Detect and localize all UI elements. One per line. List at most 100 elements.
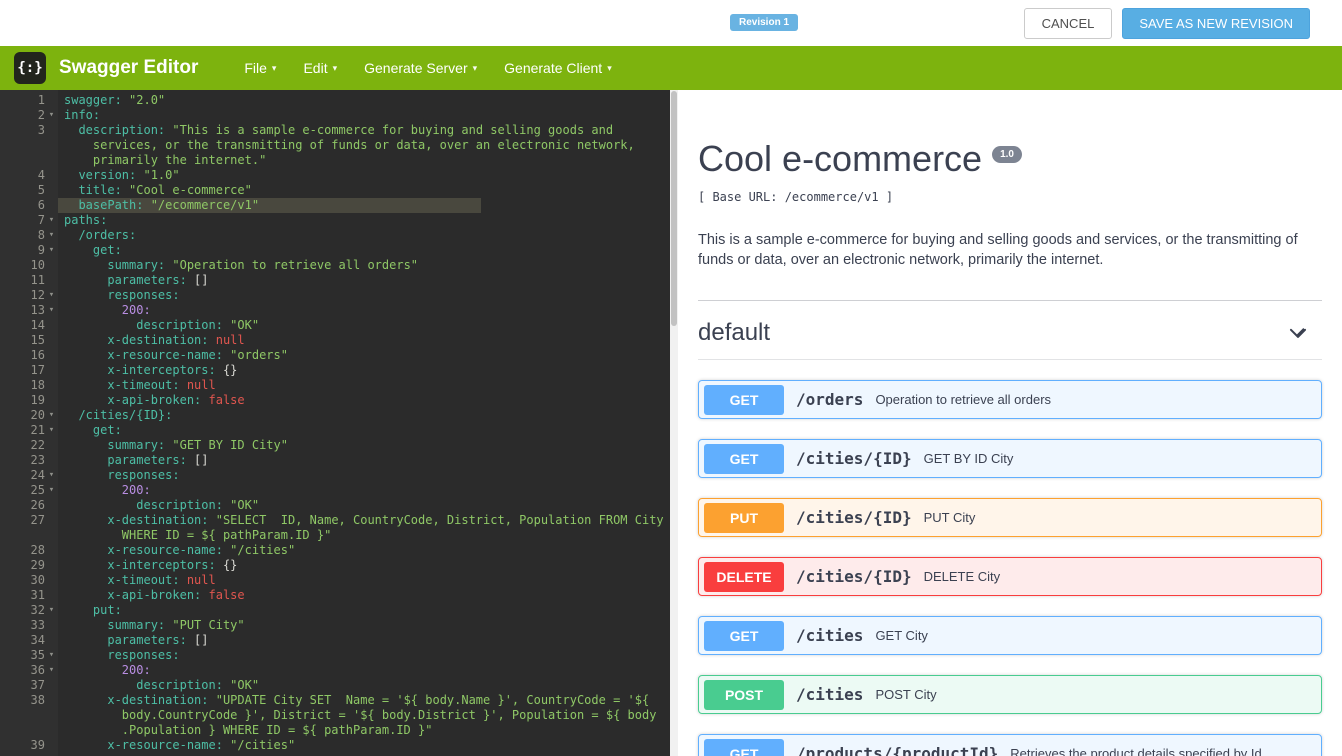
code-line[interactable]: 33 summary: "PUT City" xyxy=(0,618,678,633)
code-line[interactable]: 12 ▾ responses: xyxy=(0,288,678,303)
code-line[interactable]: 8 ▾ /orders: xyxy=(0,228,678,243)
fold-icon[interactable]: ▾ xyxy=(45,468,58,483)
code-line[interactable]: 26 description: "OK" xyxy=(0,498,678,513)
code-line[interactable]: 27 x-destination: "SELECT ID, Name, Coun… xyxy=(0,513,678,528)
code-text: body.CountryCode }', District = '${ body… xyxy=(58,708,678,723)
code-line[interactable]: 11 parameters: [] xyxy=(0,273,678,288)
code-line[interactable]: 6 basePath: "/ecommerce/v1" xyxy=(0,198,678,213)
fold-icon[interactable]: ▾ xyxy=(45,243,58,258)
opblock-get-cities-ID[interactable]: GET/cities/{ID} GET BY ID City xyxy=(698,439,1322,478)
opblock-put-cities-ID[interactable]: PUT/cities/{ID} PUT City xyxy=(698,498,1322,537)
yaml-editor-pane[interactable]: 1 swagger: "2.0" 2 ▾ info: 3 description: "Th… xyxy=(0,90,678,756)
menu-file[interactable]: File ▾ xyxy=(244,60,276,76)
code-line[interactable]: 32 ▾ put: xyxy=(0,603,678,618)
token-s: "Operation to retrieve all orders" xyxy=(165,258,419,272)
fold-icon[interactable]: ▾ xyxy=(45,288,58,303)
method-badge: GET xyxy=(704,384,784,415)
menu-generate-client[interactable]: Generate Client ▾ xyxy=(504,60,612,76)
menu-edit[interactable]: Edit ▾ xyxy=(303,60,337,76)
code-line[interactable]: 18 x-timeout: null xyxy=(0,378,678,393)
fold-icon[interactable]: ▾ xyxy=(45,213,58,228)
code-line[interactable]: 3 description: "This is a sample e-comme… xyxy=(0,123,678,138)
code-line[interactable]: 35 ▾ responses: xyxy=(0,648,678,663)
code-line[interactable]: 14 description: "OK" xyxy=(0,318,678,333)
menu-generate-server[interactable]: Generate Server ▾ xyxy=(364,60,477,76)
code-line[interactable]: 39 x-resource-name: "/cities" xyxy=(0,738,678,753)
code-text: responses: xyxy=(58,288,678,303)
code-line[interactable]: 10 summary: "Operation to retrieve all o… xyxy=(0,258,678,273)
code-line[interactable]: services, or the transmitting of funds o… xyxy=(0,138,678,153)
code-line[interactable]: 5 title: "Cool e-commerce" xyxy=(0,183,678,198)
fold-icon[interactable]: ▾ xyxy=(45,108,58,123)
fold-icon[interactable]: ▾ xyxy=(45,483,58,498)
code-line[interactable]: 7 ▾ paths: xyxy=(0,213,678,228)
opblock-get-orders[interactable]: GET/orders Operation to retrieve all orde… xyxy=(698,380,1322,419)
code-line[interactable]: body.CountryCode }', District = '${ body… xyxy=(0,708,678,723)
method-badge: PUT xyxy=(704,502,784,533)
opblock-post-cities[interactable]: POST/cities POST City xyxy=(698,675,1322,714)
code-line[interactable]: 31 x-api-broken: false xyxy=(0,588,678,603)
save-as-new-revision-button[interactable]: SAVE AS NEW REVISION xyxy=(1122,7,1310,39)
code-line[interactable]: 1 swagger: "2.0" xyxy=(0,93,678,108)
code-line[interactable]: 37 description: "OK" xyxy=(0,678,678,693)
line-gutter xyxy=(0,723,58,738)
code-line[interactable]: primarily the internet." xyxy=(0,153,678,168)
code-line[interactable]: WHERE ID = ${ pathParam.ID }" xyxy=(0,528,678,543)
code-line[interactable]: 17 x-interceptors: {} xyxy=(0,363,678,378)
code-text: 200: xyxy=(58,663,678,678)
line-gutter: 2 ▾ xyxy=(0,108,58,123)
code-line[interactable]: 30 x-timeout: null xyxy=(0,573,678,588)
code-line[interactable]: 15 x-destination: null xyxy=(0,333,678,348)
line-gutter: 6 xyxy=(0,198,58,213)
line-gutter: 17 xyxy=(0,363,58,378)
code-line[interactable]: 36 ▾ 200: xyxy=(0,663,678,678)
code-line[interactable]: 16 x-resource-name: "orders" xyxy=(0,348,678,363)
code-line[interactable]: 13 ▾ 200: xyxy=(0,303,678,318)
fold-icon[interactable]: ▾ xyxy=(45,648,58,663)
menu-label: Generate Server xyxy=(364,60,468,76)
tag-section-header[interactable]: default xyxy=(698,301,1322,360)
editor-scrollbar[interactable] xyxy=(670,90,678,756)
code-line[interactable]: 22 summary: "GET BY ID City" xyxy=(0,438,678,453)
code-line[interactable]: .Population } WHERE ID = ${ pathParam.ID… xyxy=(0,723,678,738)
code-line[interactable]: 9 ▾ get: xyxy=(0,243,678,258)
code-line[interactable]: 25 ▾ 200: xyxy=(0,483,678,498)
code-line[interactable]: 21 ▾ get: xyxy=(0,423,678,438)
line-gutter: 36 ▾ xyxy=(0,663,58,678)
token-s: "This is a sample e-commerce for buying … xyxy=(165,123,614,137)
opblock-delete-cities-ID[interactable]: DELETE/cities/{ID} DELETE City xyxy=(698,557,1322,596)
cancel-button[interactable]: CANCEL xyxy=(1023,7,1113,39)
opblock-get-products-productId[interactable]: GET/products/{productId} Retrieves the pr… xyxy=(698,734,1322,756)
code-line[interactable]: 19 x-api-broken: false xyxy=(0,393,678,408)
code-line[interactable]: 38 x-destination: "UPDATE City SET Name … xyxy=(0,693,678,708)
code-line[interactable]: 23 parameters: [] xyxy=(0,453,678,468)
operation-summary: PUT City xyxy=(923,510,976,525)
operations-list: GET/orders Operation to retrieve all orde… xyxy=(698,380,1322,756)
operation-path: /cities xyxy=(796,685,864,704)
chevron-down-icon[interactable] xyxy=(1288,323,1308,343)
fold-icon[interactable]: ▾ xyxy=(45,303,58,318)
fold-icon[interactable]: ▾ xyxy=(45,408,58,423)
line-number: 20 xyxy=(30,408,45,422)
scrollbar-thumb[interactable] xyxy=(671,91,677,326)
code-line[interactable]: 4 version: "1.0" xyxy=(0,168,678,183)
code-line[interactable]: 28 x-resource-name: "/cities" xyxy=(0,543,678,558)
code-line[interactable]: 2 ▾ info: xyxy=(0,108,678,123)
fold-icon[interactable]: ▾ xyxy=(45,663,58,678)
fold-icon[interactable]: ▾ xyxy=(45,228,58,243)
token-k: x-timeout: xyxy=(64,378,180,392)
code-line[interactable]: 34 parameters: [] xyxy=(0,633,678,648)
fold-icon[interactable]: ▾ xyxy=(45,423,58,438)
code-line[interactable]: 29 x-interceptors: {} xyxy=(0,558,678,573)
opblock-get-cities[interactable]: GET/cities GET City xyxy=(698,616,1322,655)
code-line[interactable]: 20 ▾ /cities/{ID}: xyxy=(0,408,678,423)
code-line[interactable]: 24 ▾ responses: xyxy=(0,468,678,483)
operation-summary: Operation to retrieve all orders xyxy=(875,392,1052,407)
fold-icon[interactable]: ▾ xyxy=(45,603,58,618)
line-gutter: 31 xyxy=(0,588,58,603)
swagger-ui-preview-pane: Cool e-commerce 1.0 [ Base URL: /ecommerc… xyxy=(678,90,1342,756)
